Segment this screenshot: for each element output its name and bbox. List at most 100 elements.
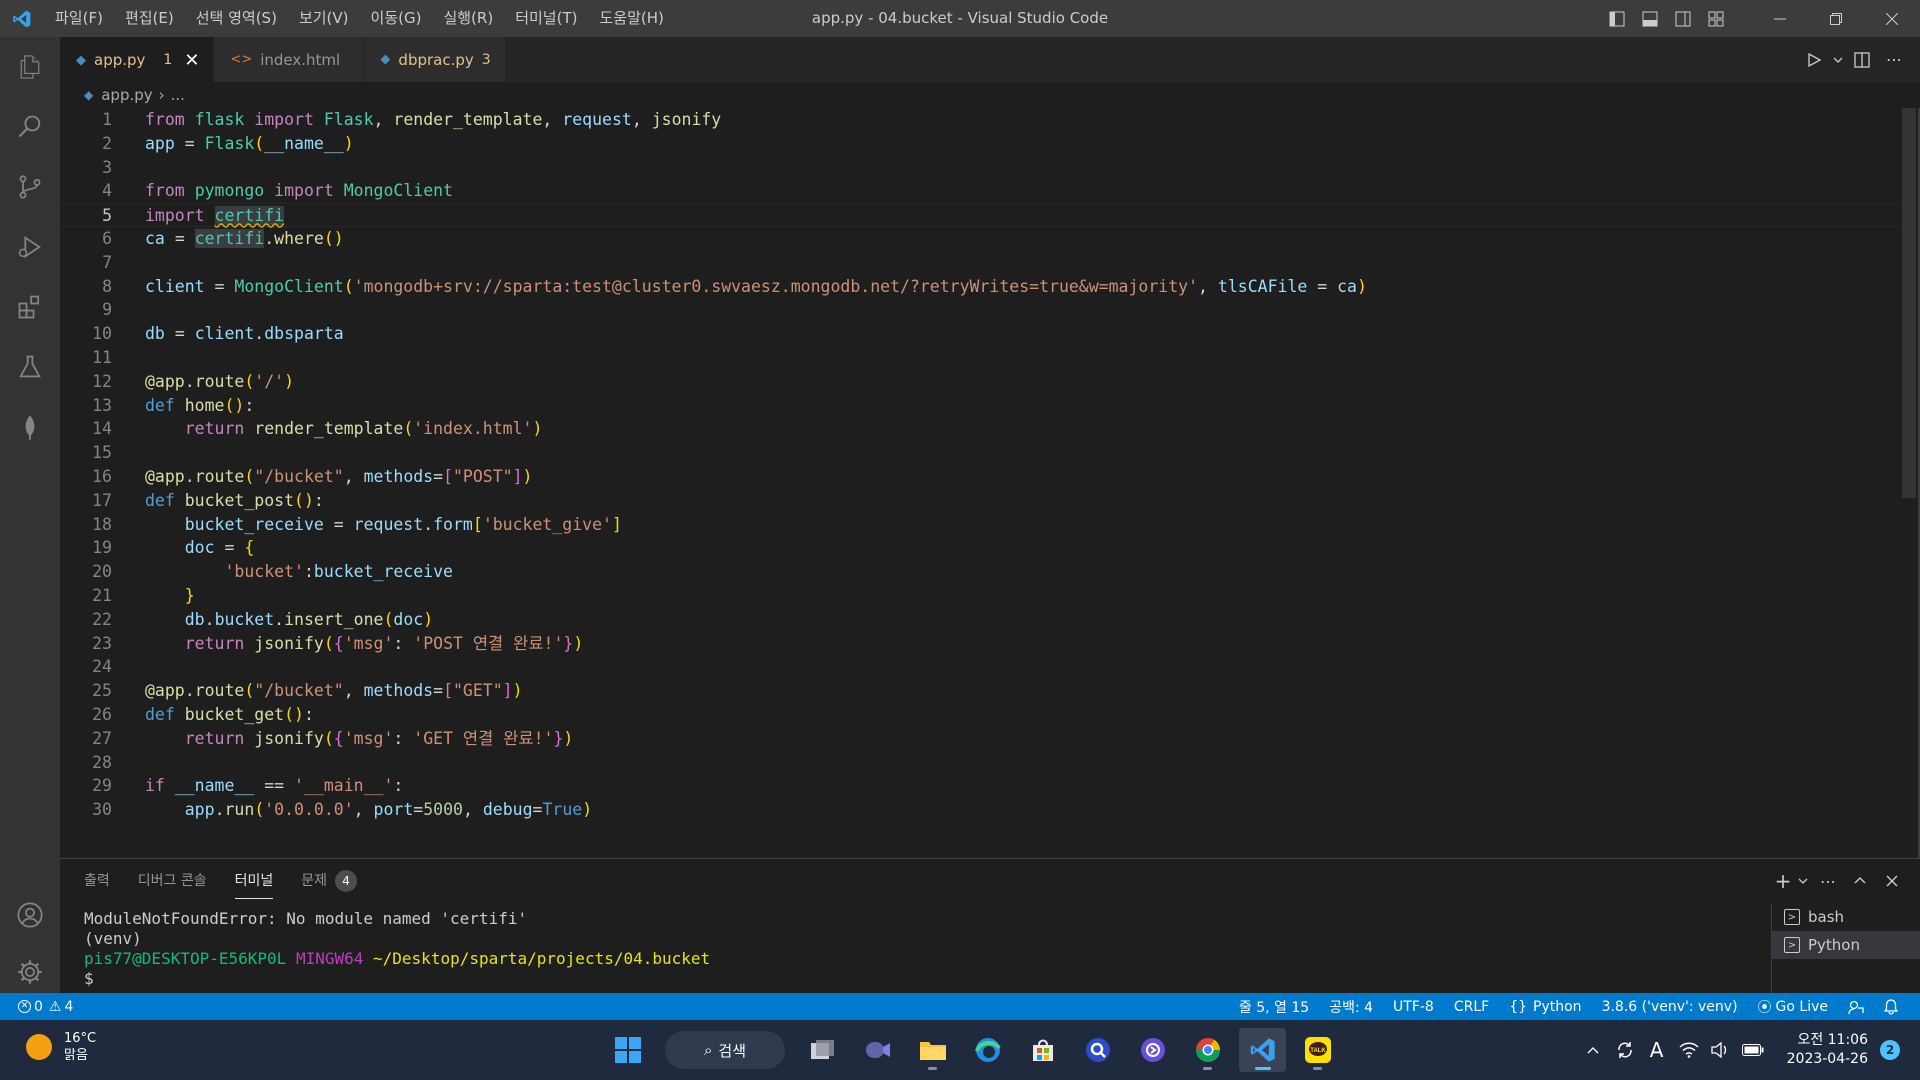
tab-label: dbprac.py <box>398 50 474 69</box>
input-indicator[interactable]: A <box>1641 1020 1673 1080</box>
menu-selection[interactable]: 선택 영역(S) <box>185 0 288 37</box>
tab-app-py[interactable]: ◆ app.py 1 ✕ <box>60 37 215 82</box>
mongodb-leaf-icon[interactable] <box>0 397 60 457</box>
file-explorer-icon[interactable] <box>909 1028 956 1072</box>
tab-problems[interactable]: 문제 4 <box>301 859 358 903</box>
run-python-file-icon[interactable] <box>1798 37 1830 82</box>
ms-store-icon[interactable] <box>1019 1028 1066 1072</box>
kakaotalk-icon[interactable]: TALK <box>1294 1028 1341 1072</box>
sync-app-icon[interactable] <box>1129 1028 1176 1072</box>
prompt-env: MINGW64 <box>295 949 364 968</box>
tab-dbprac-py[interactable]: ◆ dbprac.py 3 <box>364 37 506 82</box>
split-editor-icon[interactable] <box>1846 37 1878 82</box>
line-ending[interactable]: CRLF <box>1454 999 1489 1015</box>
line-number: 19 <box>92 538 112 558</box>
weather-widget[interactable]: 16°C 맑음 <box>26 1030 96 1064</box>
breadcrumb-symbol[interactable]: ... <box>171 86 185 104</box>
menu-terminal[interactable]: 터미널(T) <box>504 0 588 37</box>
tab-output[interactable]: 출력 <box>84 859 110 903</box>
system-clock[interactable]: 오전 11:06 2023-04-26 <box>1787 1031 1868 1069</box>
toggle-panel-icon[interactable] <box>1633 0 1666 37</box>
error-icon: ✕ <box>18 1000 31 1013</box>
notification-badge[interactable]: 2 <box>1880 1040 1900 1060</box>
explorer-icon[interactable] <box>0 37 60 97</box>
tab-debug-console[interactable]: 디버그 콘솔 <box>138 859 207 903</box>
sync-status-icon[interactable] <box>1609 1020 1641 1080</box>
feedback-icon[interactable] <box>1848 999 1864 1015</box>
task-view-icon[interactable] <box>799 1028 846 1072</box>
terminal-output[interactable]: ModuleNotFoundError: No module named 'ce… <box>84 909 710 989</box>
line-number: 15 <box>92 443 112 463</box>
close-window-button[interactable] <box>1864 0 1920 37</box>
chevron-down-icon[interactable] <box>1830 37 1846 82</box>
line-number: 25 <box>92 681 112 701</box>
accounts-icon[interactable] <box>0 885 60 945</box>
code-line: if __name__ == '__main__': <box>145 776 404 796</box>
encoding[interactable]: UTF-8 <box>1393 999 1434 1015</box>
teams-chat-icon[interactable] <box>854 1028 901 1072</box>
terminal-item-python[interactable]: > Python <box>1772 931 1920 959</box>
cursor-position[interactable]: 줄 5, 열 15 <box>1239 997 1309 1017</box>
code-line: doc = { <box>184 538 255 558</box>
line-number: 24 <box>92 657 112 677</box>
menu-file[interactable]: 파일(F) <box>44 0 114 37</box>
chevron-up-icon[interactable] <box>1577 1020 1609 1080</box>
line-number: 10 <box>92 324 112 344</box>
go-live-button[interactable]: ⦿ Go Live <box>1758 997 1828 1017</box>
breadcrumb-file[interactable]: app.py <box>101 86 152 104</box>
new-terminal-icon[interactable]: + <box>1772 859 1794 903</box>
restore-button[interactable] <box>1808 0 1864 37</box>
minimize-button[interactable] <box>1752 0 1808 37</box>
menu-help[interactable]: 도움말(H) <box>588 0 674 37</box>
line-number: 1 <box>102 110 112 129</box>
edge-browser-icon[interactable] <box>964 1028 1011 1072</box>
code-line: @app.route("/bucket", methods=["GET"]) <box>145 681 523 701</box>
battery-icon[interactable] <box>1737 1020 1769 1080</box>
terminal-item-bash[interactable]: > bash <box>1772 903 1920 931</box>
windows-start-icon[interactable] <box>604 1028 651 1072</box>
editor-scrollbar[interactable] <box>1902 108 1916 498</box>
problems-status[interactable]: ✕ 0 ⚠ 4 <box>18 999 73 1015</box>
code-editor[interactable]: 1 from flask import Flask, render_templat… <box>60 108 1900 858</box>
line-number: 4 <box>102 181 112 201</box>
chevron-down-icon[interactable] <box>1794 859 1812 903</box>
more-actions-icon[interactable]: ⋯ <box>1812 859 1844 903</box>
taskbar-search[interactable]: ⌕ 검색 <box>665 1031 785 1069</box>
close-icon[interactable]: ✕ <box>184 50 199 71</box>
breadcrumb: ◆ app.py › ... <box>60 82 1920 108</box>
more-actions-icon[interactable]: ⋯ <box>1878 37 1910 82</box>
maximize-panel-icon[interactable] <box>1844 859 1876 903</box>
chevron-right-icon: › <box>158 86 165 104</box>
menu-run[interactable]: 실행(R) <box>432 0 504 37</box>
run-debug-icon[interactable] <box>0 217 60 277</box>
app-search-icon[interactable] <box>1074 1028 1121 1072</box>
language-mode[interactable]: {} Python <box>1509 999 1581 1015</box>
vscode-logo-icon[interactable] <box>0 0 44 37</box>
tab-index-html[interactable]: <> index.html <box>214 37 365 82</box>
chrome-browser-icon[interactable] <box>1184 1028 1231 1072</box>
line-number: 8 <box>102 276 112 296</box>
indentation[interactable]: 공백: 4 <box>1329 997 1373 1017</box>
code-line: def bucket_post(): <box>145 490 324 510</box>
close-panel-icon[interactable] <box>1876 859 1908 903</box>
menu-view[interactable]: 보기(V) <box>288 0 360 37</box>
search-icon[interactable] <box>0 97 60 157</box>
menu-edit[interactable]: 편집(E) <box>114 0 185 37</box>
wifi-icon[interactable] <box>1673 1020 1705 1080</box>
toggle-secondary-sidebar-icon[interactable] <box>1666 0 1699 37</box>
python-interpreter[interactable]: 3.8.6 ('venv': venv) <box>1602 999 1738 1015</box>
source-control-icon[interactable] <box>0 157 60 217</box>
terminal-name: bash <box>1808 908 1845 926</box>
prompt-symbol: $ <box>84 969 94 988</box>
menu-go[interactable]: 이동(G) <box>360 0 433 37</box>
customize-layout-icon[interactable] <box>1699 0 1732 37</box>
code-line: } <box>184 586 195 605</box>
notifications-bell-icon[interactable] <box>1884 998 1898 1015</box>
volume-icon[interactable] <box>1705 1020 1737 1080</box>
extensions-icon[interactable] <box>0 277 60 337</box>
tab-problems-label: 문제 <box>301 873 328 889</box>
vscode-taskbar-icon[interactable] <box>1239 1028 1286 1072</box>
testing-icon[interactable] <box>0 337 60 397</box>
toggle-primary-sidebar-icon[interactable] <box>1600 0 1633 37</box>
tab-terminal[interactable]: 터미널 <box>234 859 273 903</box>
